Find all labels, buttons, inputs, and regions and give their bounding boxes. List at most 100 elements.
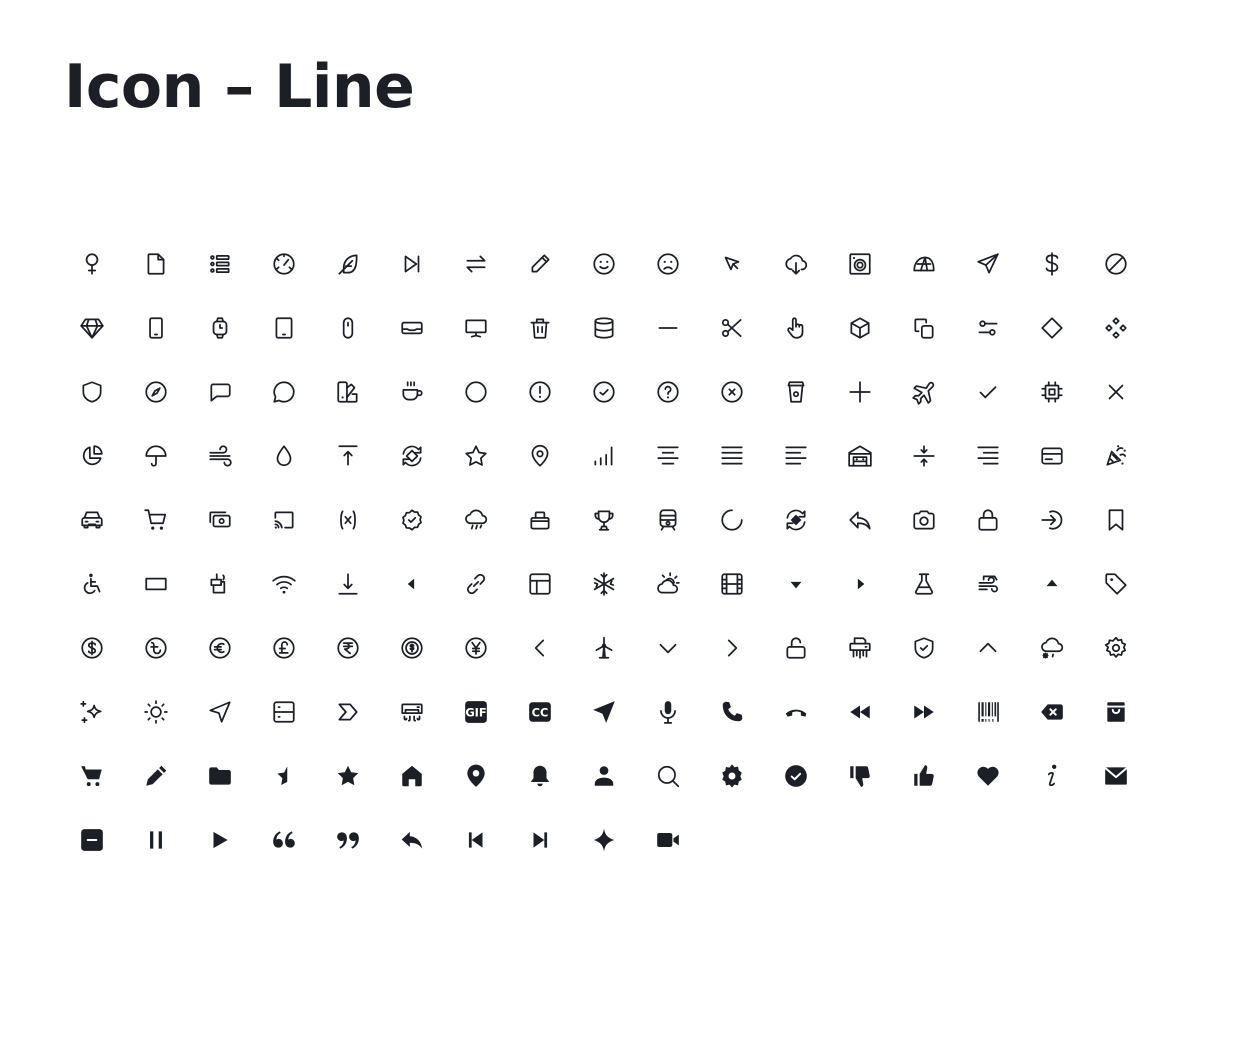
icon-cell [764,744,828,808]
icon-cell [188,424,252,488]
umbrella-icon [145,445,167,467]
icon-cell [316,232,380,296]
icon-cell [316,360,380,424]
train-icon [659,509,677,531]
smile-icon [593,253,615,275]
mouse-icon [342,317,354,339]
female-icon [85,253,99,275]
icon-cell [764,616,828,680]
icon-cell [444,616,508,680]
partly-sunny-icon [657,572,680,594]
svg-text:GIF: GIF [465,706,486,720]
icon-cell [636,296,700,360]
microphone-icon [660,701,676,724]
pencil-icon [531,254,550,273]
chevron-up-icon [979,642,997,653]
icon-cell [124,232,188,296]
search-filled-icon [657,765,680,788]
icon-cell [188,232,252,296]
icon-cell [956,232,1020,296]
icon-cell [636,552,700,616]
icon-cell [572,488,636,552]
info-italic-icon [1047,764,1057,787]
icon-cell [764,552,828,616]
icon-cell [380,744,444,808]
icon-cell [316,296,380,360]
caret-down-icon [790,581,802,589]
icon-cell [188,360,252,424]
icon-cell [252,808,316,872]
smartphone-icon [149,317,163,339]
icon-cell [60,552,124,616]
icon-cell [892,488,956,552]
sun-icon [144,700,168,724]
icon-cell [380,488,444,552]
icon-cell [1084,424,1148,488]
icon-cell [764,488,828,552]
garage-icon [848,445,872,467]
icon-cell [956,680,1020,744]
credit-card-icon [1041,447,1063,465]
icon-cell [316,616,380,680]
diamond-gem-icon [80,318,104,339]
icon-cell [316,808,380,872]
sparkle-filled-icon [593,828,615,852]
icon-cell [508,616,572,680]
beaker-icon [914,573,934,595]
icon-cell [124,296,188,360]
icon-cell [316,680,380,744]
euro-circle-icon [209,637,231,659]
icon-cell [1020,488,1084,552]
icon-cell [508,808,572,872]
icon-cell [60,744,124,808]
icon-cell [60,808,124,872]
icon-cell [892,360,956,424]
swatch-book-icon [337,381,358,403]
verified-badge-icon [402,509,422,531]
icon-cell [828,744,892,808]
icon-cell [1084,296,1148,360]
icon-cell [60,616,124,680]
icon-cell [892,616,956,680]
icon-cell [572,296,636,360]
icon-cell [1020,424,1084,488]
icon-cell [124,744,188,808]
icon-cell [380,808,444,872]
home-filled-icon [402,765,422,787]
skip-forward-icon [404,255,420,273]
icon-cell [252,552,316,616]
fast-forward-icon [914,705,934,719]
icon-cell [700,680,764,744]
transfer-icon [466,255,486,273]
icon-cell [444,552,508,616]
icon-cell [828,232,892,296]
icon-cell [124,552,188,616]
icon-cell [956,296,1020,360]
icon-cell [252,744,316,808]
icon-cell [508,424,572,488]
icon-cell [124,616,188,680]
user-filled-icon [594,766,614,786]
icon-cell [1020,296,1084,360]
icon-cell [252,296,316,360]
star-half-filled-icon [277,766,288,785]
icon-cell [60,680,124,744]
icon-cell [764,360,828,424]
icon-cell: CC [508,680,572,744]
star-filled-icon [337,765,359,786]
download-bottom-icon [338,573,358,595]
dollar-icon [1045,252,1059,276]
rupee-circle-icon [337,637,359,659]
icon-cell [700,744,764,808]
cursor-icon [724,256,740,271]
svg-text:CC: CC [532,706,549,720]
trash-icon [530,318,550,339]
upload-top-icon [338,445,358,466]
icon-cell [188,552,252,616]
link-icon [466,573,486,595]
icon-cell [188,744,252,808]
server-icon [273,701,295,723]
compass-icon [145,381,167,403]
signal-bars-icon [594,446,613,466]
chevron-right-icon [727,639,738,657]
